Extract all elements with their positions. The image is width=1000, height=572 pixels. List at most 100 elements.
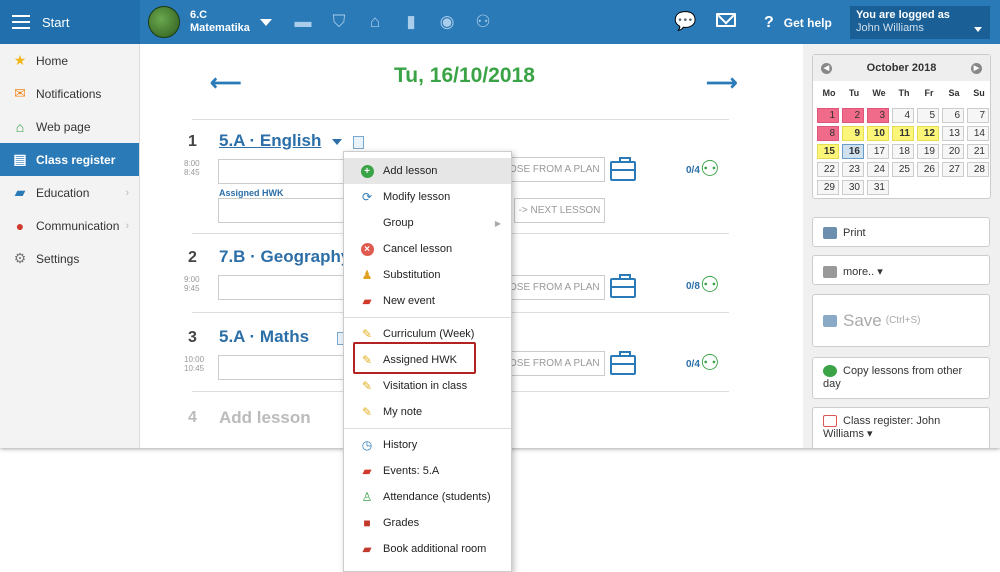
sidebar-item-label: Web page	[36, 119, 91, 134]
menu-item-label: Visitation in class	[383, 380, 468, 392]
lesson-title[interactable]: 7.B · Geography	[219, 247, 350, 267]
chat-icon[interactable]: 💬	[674, 11, 696, 32]
copy-lessons-button[interactable]: Copy lessons from other day	[812, 357, 990, 399]
calendar-day[interactable]: 18	[892, 144, 914, 159]
calendar-day[interactable]: 25	[892, 162, 914, 177]
menu-item-modify-lesson[interactable]: ⟳ Modify lesson	[344, 184, 511, 210]
calendar-day[interactable]: 30	[842, 180, 864, 195]
menu-item-substitution[interactable]: ♟ Substitution	[344, 262, 511, 288]
save-button[interactable]: Save (Ctrl+S)	[812, 294, 990, 347]
prev-month-icon[interactable]: ◀	[821, 62, 832, 74]
menu-item-new-event[interactable]: ▰ New event	[344, 288, 511, 314]
choose-from-plan-button[interactable]: OSE FROM A PLAN	[508, 351, 605, 376]
calendar-day[interactable]: 8	[817, 126, 839, 141]
calendar-day[interactable]: 21	[967, 144, 989, 159]
sidebar: ★ Home ✉ Notifications ⌂ Web page ▤ Class re…	[0, 44, 140, 448]
briefcase-icon[interactable]: ▬	[292, 11, 314, 33]
menu-item-events[interactable]: ▰ Events: 5.A	[344, 458, 511, 484]
calendar-day[interactable]: 27	[942, 162, 964, 177]
menu-item-book-room[interactable]: ▰ Book additional room	[344, 536, 511, 562]
calendar-day[interactable]: 1	[817, 108, 839, 123]
start-menu-button[interactable]: Start	[0, 0, 140, 44]
calendar-day[interactable]: 16	[842, 144, 864, 159]
more-button[interactable]: more.. ▾	[812, 255, 990, 285]
menu-item-my-note[interactable]: ✎ My note	[344, 399, 511, 425]
document-icon[interactable]	[353, 136, 364, 149]
menu-item-history[interactable]: ◷ History	[344, 432, 511, 458]
calendar-day[interactable]: 3	[867, 108, 889, 123]
next-day-arrow-icon[interactable]: ⟶	[706, 70, 738, 96]
menu-item-group[interactable]: Group ▶	[344, 210, 511, 236]
calendar-day[interactable]: 26	[917, 162, 939, 177]
calendar-day[interactable]: 9	[842, 126, 864, 141]
calendar-day[interactable]: 20	[942, 144, 964, 159]
calendar-day[interactable]: 7	[967, 108, 989, 123]
mail-icon[interactable]	[716, 13, 736, 27]
students-icon[interactable]: ⚇	[700, 157, 728, 181]
room-icon: ▰	[362, 542, 372, 556]
gauge-icon[interactable]: ◉	[436, 11, 458, 33]
sidebar-item-communication[interactable]: ● Communication ›	[0, 209, 139, 242]
lesson-topic-input[interactable]	[218, 159, 348, 184]
shield-icon[interactable]: ⛉	[328, 11, 350, 33]
menu-item-visitation[interactable]: ✎ Visitation in class	[344, 373, 511, 399]
calendar-day[interactable]: 23	[842, 162, 864, 177]
prev-day-arrow-icon[interactable]: ⟵	[210, 70, 242, 96]
calendar-day[interactable]: 12	[917, 126, 939, 141]
lesson-menu-caret-icon[interactable]	[332, 139, 342, 145]
calendar-day[interactable]: 2	[842, 108, 864, 123]
sidebar-item-web-page[interactable]: ⌂ Web page	[0, 110, 139, 143]
briefcase-icon[interactable]	[610, 274, 636, 298]
class-subject: Matematika	[190, 22, 250, 34]
class-selector[interactable]: 6.C Matematika	[148, 6, 272, 38]
calendar-day[interactable]: 29	[817, 180, 839, 195]
briefcase-icon[interactable]	[610, 351, 636, 375]
calendar-day[interactable]: 4	[892, 108, 914, 123]
lesson-title[interactable]: 5.A · English	[219, 131, 321, 151]
help-button[interactable]: ? Get help	[764, 14, 832, 32]
print-button[interactable]: Print	[812, 217, 990, 247]
calendar-day[interactable]: 10	[867, 126, 889, 141]
choose-from-plan-button[interactable]: OSE FROM A PLAN	[508, 157, 605, 182]
students-icon[interactable]: ⚇	[700, 273, 728, 297]
calendar-day[interactable]: 5	[917, 108, 939, 123]
menu-item-label: Group	[383, 217, 414, 229]
menu-item-attendance[interactable]: ♙ Attendance (students)	[344, 484, 511, 510]
next-month-icon[interactable]: ▶	[971, 62, 982, 74]
lesson-topic-input[interactable]	[218, 355, 348, 380]
calendar-day[interactable]: 11	[892, 126, 914, 141]
sidebar-item-home[interactable]: ★ Home	[0, 44, 139, 77]
lesson-title[interactable]: 5.A · Maths	[219, 327, 309, 347]
calendar-day[interactable]: 28	[967, 162, 989, 177]
briefcase-icon[interactable]	[610, 157, 636, 181]
next-lesson-button[interactable]: -> NEXT LESSON	[514, 198, 605, 223]
institution-icon[interactable]: ⌂	[364, 11, 386, 33]
sidebar-item-notifications[interactable]: ✉ Notifications	[0, 77, 139, 110]
sidebar-item-class-register[interactable]: ▤ Class register	[0, 143, 139, 176]
people-icon[interactable]: ⚇	[472, 11, 494, 33]
sidebar-item-settings[interactable]: ⚙ Settings	[0, 242, 139, 275]
calendar-day[interactable]: 31	[867, 180, 889, 195]
pencil-icon: ✎	[361, 405, 373, 419]
calendar-day[interactable]: 17	[867, 144, 889, 159]
choose-from-plan-button[interactable]: OSE FROM A PLAN	[508, 275, 605, 300]
menu-item-cancel-lesson[interactable]: × Cancel lesson	[344, 236, 511, 262]
menu-item-add-lesson[interactable]: + Add lesson	[344, 158, 511, 184]
lesson-time-end: 9:45	[184, 284, 200, 293]
lesson-topic-input[interactable]	[218, 275, 348, 300]
calendar-day[interactable]: 13	[942, 126, 964, 141]
calendar-day[interactable]: 15	[817, 144, 839, 159]
class-register-button[interactable]: Class register: John Williams ▾	[812, 407, 990, 448]
calendar-day[interactable]: 22	[817, 162, 839, 177]
menu-item-grades[interactable]: ■ Grades	[344, 510, 511, 536]
students-icon[interactable]: ⚇	[700, 351, 728, 375]
add-lesson-link[interactable]: Add lesson	[219, 408, 311, 428]
bar-chart-icon[interactable]: ▮	[400, 11, 422, 33]
calendar-day[interactable]: 6	[942, 108, 964, 123]
calendar-day[interactable]: 14	[967, 126, 989, 141]
calendar-day[interactable]: 24	[867, 162, 889, 177]
user-menu[interactable]: You are logged as John Williams	[850, 6, 990, 39]
calendar-day[interactable]: 19	[917, 144, 939, 159]
homework-input[interactable]	[218, 198, 348, 223]
sidebar-item-education[interactable]: ▰ Education ›	[0, 176, 139, 209]
